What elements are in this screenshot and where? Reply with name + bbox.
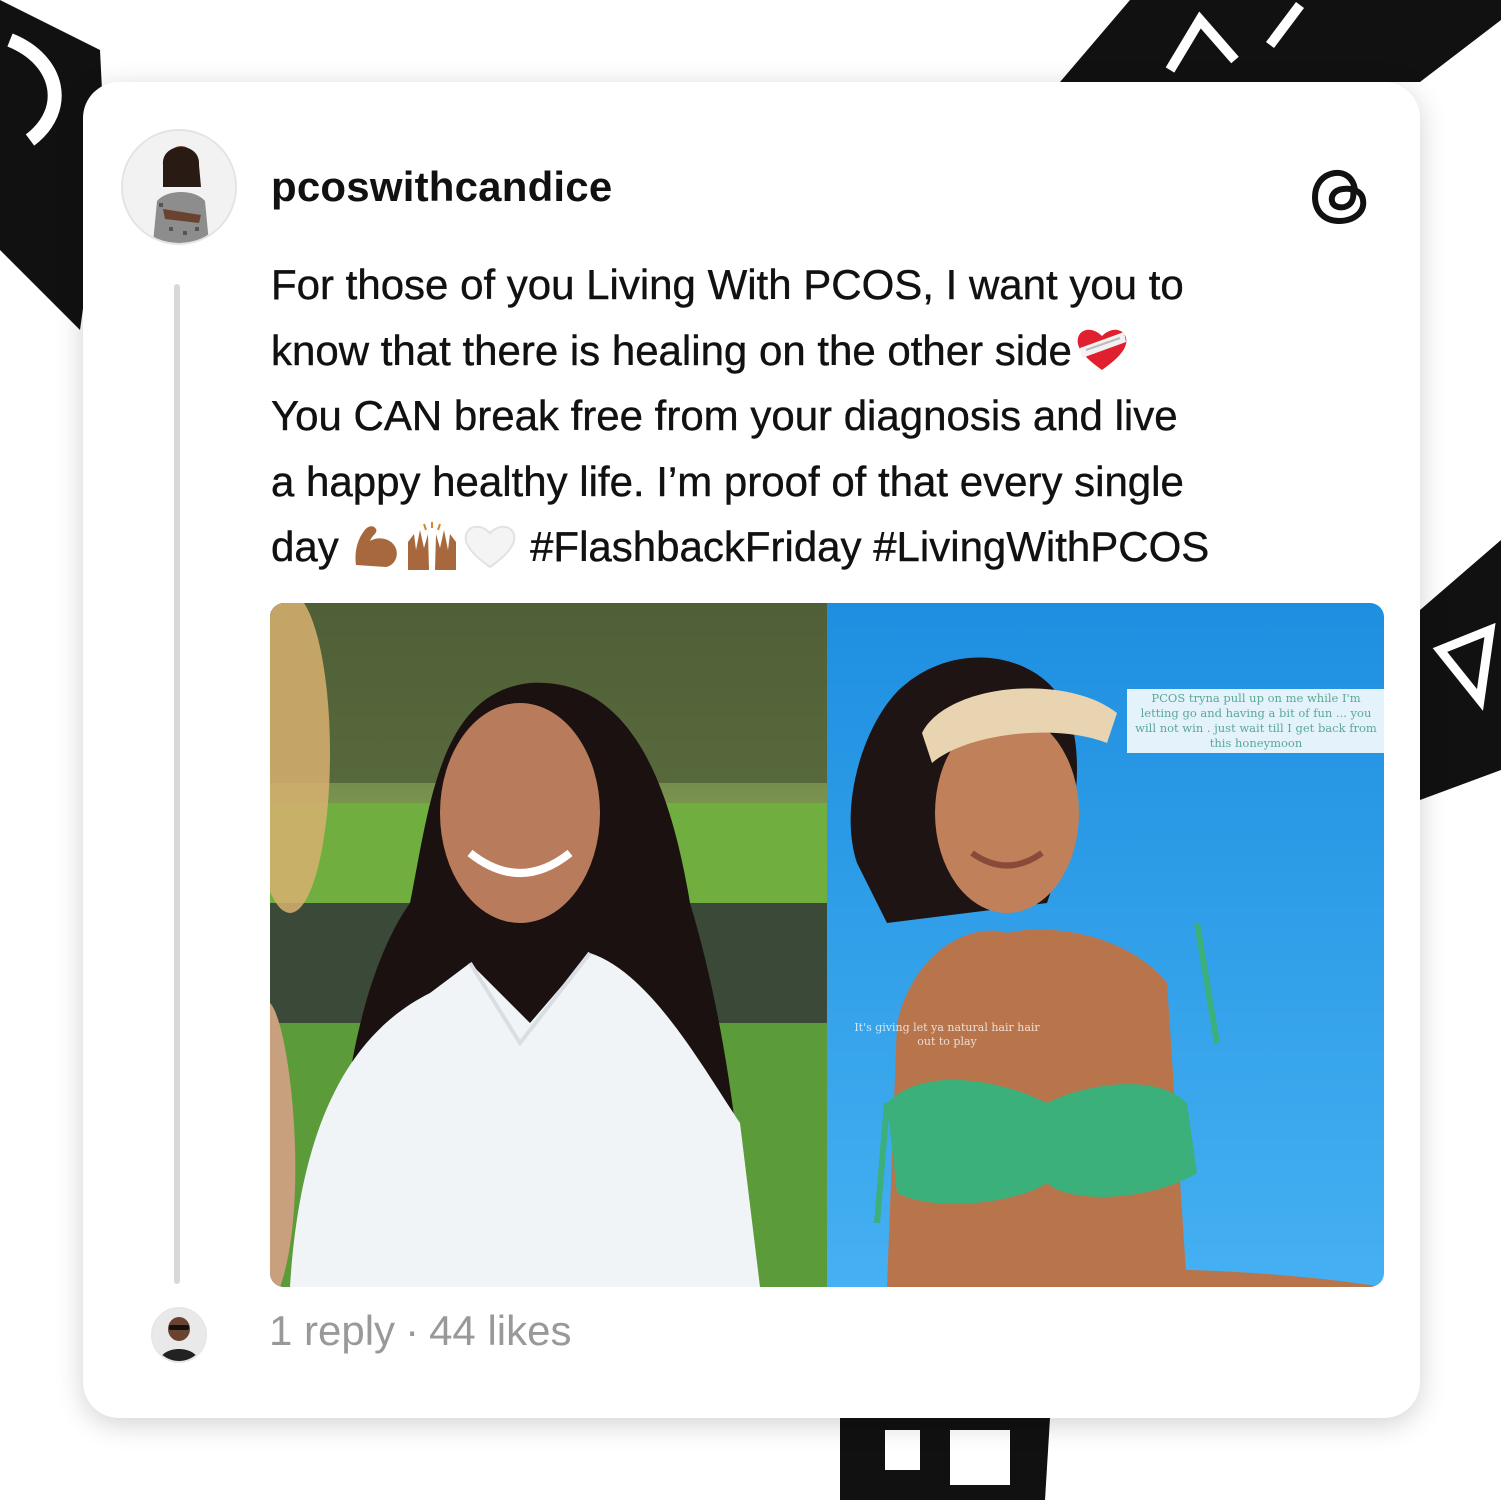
replier-avatar[interactable] (151, 1307, 207, 1363)
likes-count[interactable]: 44 likes (429, 1307, 571, 1354)
before-photo-image (270, 603, 827, 1287)
post-line-4: a happy healthy life. I’m proof of that … (271, 457, 1184, 505)
post-line-2-text: know that there is healing on the other … (271, 326, 1072, 374)
username[interactable]: pcoswithcandice (271, 163, 612, 211)
post-hashtags[interactable]: #FlashbackFriday #LivingWithPCOS (530, 523, 1210, 570)
replies-count[interactable]: 1 reply (269, 1307, 395, 1354)
story-caption: PCOS tryna pull up on me while I'm letti… (1127, 689, 1384, 753)
flexed-biceps-icon (355, 526, 398, 567)
story-caption-secondary: It's giving let ya natural hair hair out… (854, 1021, 1040, 1048)
post-line-3: You CAN break free from your diagnosis a… (271, 392, 1178, 439)
white-heart-icon (465, 525, 516, 569)
avatar-image (123, 131, 235, 243)
after-photo[interactable]: PCOS tryna pull up on me while I'm letti… (827, 603, 1384, 1287)
mending-heart-icon (1077, 330, 1127, 371)
raising-hands-icon (408, 521, 457, 570)
thread-line (174, 284, 180, 1284)
post-stats: 1 reply · 44 likes (269, 1307, 571, 1355)
post-line-5-text: day (271, 523, 339, 570)
post-media[interactable]: PCOS tryna pull up on me while I'm letti… (270, 603, 1384, 1287)
post-line-2: know that there is healing on the other … (271, 318, 1391, 384)
post-line-1: For those of you Living With PCOS, I wan… (271, 261, 1184, 308)
post-text: For those of you Living With PCOS, I wan… (271, 252, 1391, 580)
author-avatar[interactable] (121, 129, 237, 245)
post-line-5: day #FlashbackFriday #LivingWithPCOS (271, 514, 1391, 580)
before-photo[interactable] (270, 603, 827, 1287)
stats-separator: · (405, 1307, 420, 1354)
threads-logo-icon[interactable] (1305, 160, 1377, 232)
replier-avatar-image (153, 1309, 205, 1361)
